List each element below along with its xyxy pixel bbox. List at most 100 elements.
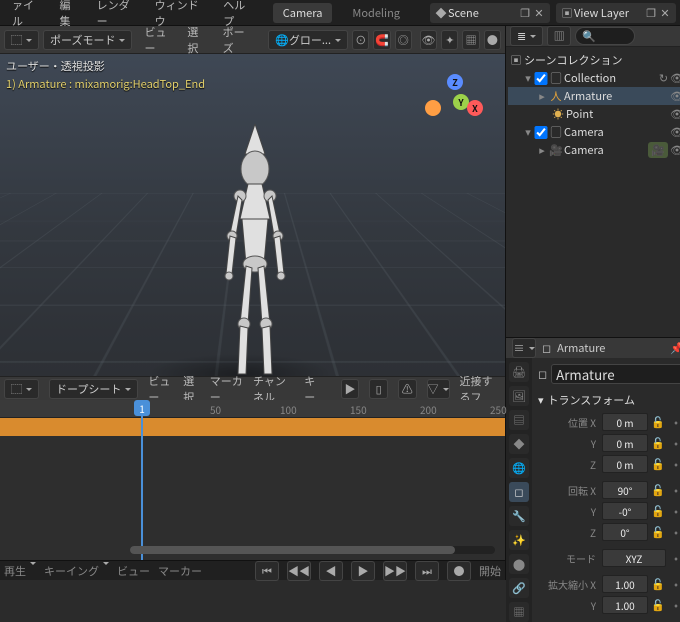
tab-scene[interactable]: ◆	[509, 434, 529, 454]
gizmo-x-icon[interactable]: X	[467, 100, 483, 116]
dopesheet-area[interactable]: 50 100 150 200 250 1	[0, 400, 505, 560]
current-frame[interactable]: 1	[134, 400, 150, 416]
gizmo-toggle[interactable]: ✦	[441, 30, 458, 50]
ds-cursor-icon[interactable]: ▶	[341, 379, 360, 399]
rot-x[interactable]: 90°	[602, 481, 648, 499]
3d-menu-view[interactable]: ビュー	[136, 24, 175, 56]
outliner-display-mode[interactable]: ▥	[547, 26, 571, 46]
bb-marker[interactable]: マーカー	[158, 563, 202, 579]
rot-y[interactable]: -0°	[602, 502, 648, 520]
lock-icon[interactable]: 🔓	[650, 414, 666, 430]
tab-output[interactable]: 🖼	[509, 386, 529, 406]
row-camera[interactable]: Camera	[564, 142, 646, 158]
armature-figure[interactable]	[190, 124, 320, 376]
3d-menu-pose[interactable]: ポーズ	[215, 24, 254, 56]
scale-x[interactable]: 1.00	[602, 575, 648, 593]
anim-dot-icon[interactable]: •	[668, 456, 680, 472]
shading-dropdown[interactable]: ●	[484, 30, 501, 50]
scene-browse-icon[interactable]: ❐	[518, 6, 532, 20]
play-icon[interactable]: ▶	[351, 561, 375, 581]
viewlayer-name[interactable]: View Layer	[574, 5, 644, 21]
anim-dot-icon[interactable]: •	[668, 503, 680, 519]
tab-modifiers[interactable]: 🔧	[509, 506, 529, 526]
playhead[interactable]	[141, 400, 143, 560]
rot-mode[interactable]: XYZ	[602, 549, 666, 567]
next-key-icon[interactable]: ▶▶	[383, 561, 407, 581]
pivot-dropdown[interactable]: ⊙	[352, 30, 369, 50]
record-icon[interactable]: ●	[447, 561, 471, 581]
anim-dot-icon[interactable]: •	[668, 597, 680, 613]
frame-ruler[interactable]: 50 100 150 200 250	[0, 400, 505, 418]
eye-icon[interactable]: 👁	[670, 70, 680, 86]
rot-z[interactable]: 0°	[602, 523, 648, 541]
eye-icon[interactable]: 👁	[670, 142, 680, 158]
editor-type-properties[interactable]: ≡	[512, 338, 536, 358]
tab-render[interactable]: 🖨	[509, 362, 529, 382]
anim-dot-icon[interactable]: •	[668, 576, 680, 592]
anim-dot-icon[interactable]: •	[668, 550, 680, 566]
object-name-field[interactable]	[551, 364, 680, 384]
mode-dropdown[interactable]: ポーズモード	[43, 30, 132, 50]
summary-channel[interactable]	[0, 418, 505, 436]
twisty-transform[interactable]: ▾	[538, 392, 544, 408]
workspace-modeling[interactable]: Modeling	[342, 3, 410, 23]
ds-warn-icon[interactable]: ⚠	[398, 379, 417, 399]
lock-icon[interactable]: 🔓	[650, 524, 666, 540]
scene-close-icon[interactable]: ✕	[532, 6, 546, 20]
eye-icon[interactable]: 👁	[670, 106, 680, 122]
eye-icon[interactable]: 👁	[670, 124, 680, 140]
row-camera-col[interactable]: Camera	[564, 124, 668, 140]
lock-icon[interactable]: 🔓	[650, 597, 666, 613]
editor-type-dopesheet[interactable]: ⬚	[4, 379, 39, 399]
menu-file[interactable]: ァイル	[4, 0, 52, 29]
cam-active-icon[interactable]: 🎥	[648, 142, 668, 158]
anim-dot-icon[interactable]: •	[668, 482, 680, 498]
workspace-camera[interactable]: Camera	[273, 3, 333, 23]
jump-start-icon[interactable]: ⏮	[255, 561, 279, 581]
loc-x[interactable]: 0 m	[602, 413, 648, 431]
toggle-camera-col[interactable]	[534, 126, 548, 139]
row-point[interactable]: Point	[566, 106, 668, 122]
3d-menu-select[interactable]: 選択	[179, 24, 210, 56]
outliner-search[interactable]: 🔍	[575, 27, 635, 45]
tab-constraints[interactable]: 🔗	[509, 578, 529, 598]
twisty-camera-col[interactable]: ▾	[522, 124, 534, 140]
proportional-edit[interactable]: ◎	[395, 30, 412, 50]
3d-viewport[interactable]: ユーザー・透視投影 1) Armature : mixamorig:HeadTo…	[0, 54, 505, 376]
viewlayer-browse-icon[interactable]: ❐	[644, 6, 658, 20]
toggle-collection[interactable]	[534, 72, 548, 85]
outliner[interactable]: ▣ シーンコレクション ▾ ▢ Collection ↻ 👁 ▸ 人 Armat…	[506, 47, 680, 337]
anim-dot-icon[interactable]: •	[668, 435, 680, 451]
scene-name[interactable]: Scene	[448, 5, 518, 21]
timeline-scroll-thumb[interactable]	[130, 546, 455, 554]
row-collection[interactable]: Collection	[564, 70, 657, 86]
bb-view[interactable]: ビュー	[117, 563, 150, 579]
tab-particles[interactable]: ✨	[509, 530, 529, 550]
timeline-scroll[interactable]	[130, 546, 495, 554]
viewlayer-close-icon[interactable]: ✕	[658, 6, 672, 20]
tab-physics[interactable]: ⬤	[509, 554, 529, 574]
overlays-toggle[interactable]: 👁	[420, 30, 437, 50]
editor-type-3dview[interactable]: ⬚	[4, 30, 39, 50]
ds-filter-icon[interactable]: ▽	[427, 379, 450, 399]
prev-key-icon[interactable]: ◀◀	[287, 561, 311, 581]
eye-icon[interactable]: 👁	[670, 88, 680, 104]
twisty-armature[interactable]: ▸	[536, 88, 548, 104]
gizmo-z-icon[interactable]: Z	[447, 74, 463, 90]
scale-y[interactable]: 1.00	[602, 596, 648, 614]
jump-end-icon[interactable]: ⏭	[415, 561, 439, 581]
lock-icon[interactable]: 🔓	[650, 503, 666, 519]
loc-y[interactable]: 0 m	[602, 434, 648, 452]
lock-icon[interactable]: 🔓	[650, 435, 666, 451]
exclude-icon[interactable]: ↻	[659, 70, 668, 86]
snap-toggle[interactable]: 🧲	[373, 30, 390, 50]
keying-label[interactable]: キーイング	[44, 563, 109, 579]
scene-collection[interactable]: シーンコレクション	[524, 52, 680, 68]
loc-z[interactable]: 0 m	[602, 455, 648, 473]
menu-edit[interactable]: 編集	[52, 0, 89, 29]
play-rev-icon[interactable]: ◀	[319, 561, 343, 581]
transform-orientation[interactable]: 🌐 グロー...	[268, 30, 348, 50]
twisty-camera[interactable]: ▸	[536, 142, 548, 158]
nav-gizmo[interactable]: Z Y X	[425, 74, 485, 134]
ds-sel-icon[interactable]: ▯	[369, 379, 388, 399]
